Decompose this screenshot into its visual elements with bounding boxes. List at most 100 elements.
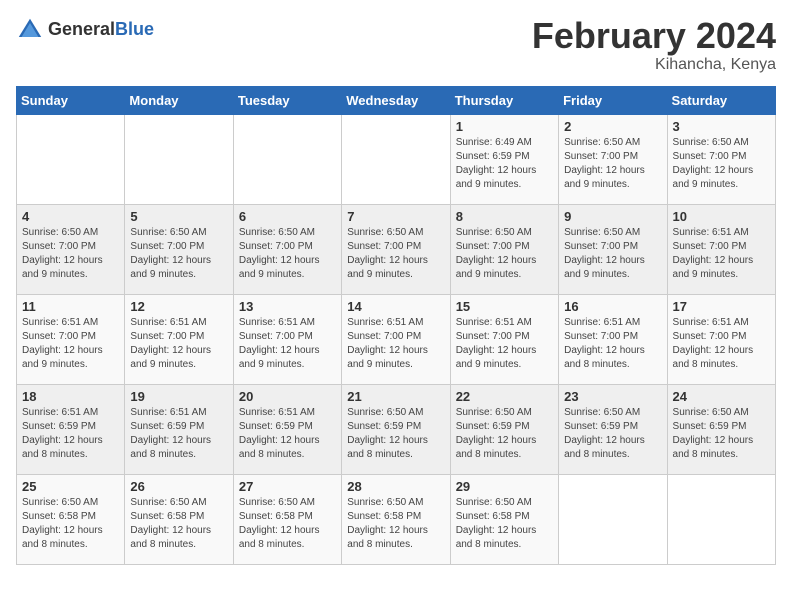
- calendar-cell: [233, 114, 341, 204]
- calendar-cell: 17 Sunrise: 6:51 AM Sunset: 7:00 PM Dayli…: [667, 294, 775, 384]
- day-number: 19: [130, 389, 227, 404]
- calendar-cell: 28 Sunrise: 6:50 AM Sunset: 6:58 PM Dayli…: [342, 474, 450, 564]
- cell-info: Sunrise: 6:50 AM Sunset: 6:59 PM Dayligh…: [456, 406, 553, 462]
- cell-info: Sunrise: 6:51 AM Sunset: 7:00 PM Dayligh…: [456, 316, 553, 372]
- weekday-header-cell: Friday: [559, 86, 667, 114]
- calendar-cell: 6 Sunrise: 6:50 AM Sunset: 7:00 PM Daylig…: [233, 204, 341, 294]
- day-number: 22: [456, 389, 553, 404]
- day-number: 27: [239, 479, 336, 494]
- calendar-week-row: 25 Sunrise: 6:50 AM Sunset: 6:58 PM Dayli…: [17, 474, 776, 564]
- day-number: 20: [239, 389, 336, 404]
- cell-info: Sunrise: 6:50 AM Sunset: 7:00 PM Dayligh…: [130, 226, 227, 282]
- logo-icon: [16, 16, 44, 44]
- day-number: 12: [130, 299, 227, 314]
- day-number: 14: [347, 299, 444, 314]
- calendar-week-row: 11 Sunrise: 6:51 AM Sunset: 7:00 PM Dayli…: [17, 294, 776, 384]
- calendar-cell: 19 Sunrise: 6:51 AM Sunset: 6:59 PM Dayli…: [125, 384, 233, 474]
- cell-info: Sunrise: 6:50 AM Sunset: 6:58 PM Dayligh…: [22, 496, 119, 552]
- day-number: 6: [239, 209, 336, 224]
- header: GeneralBlue February 2024 Kihancha, Keny…: [16, 16, 776, 74]
- calendar-cell: 22 Sunrise: 6:50 AM Sunset: 6:59 PM Dayli…: [450, 384, 558, 474]
- calendar-cell: 2Sunrise: 6:50 AM Sunset: 7:00 PM Daylig…: [559, 114, 667, 204]
- calendar-cell: 18Sunrise: 6:51 AM Sunset: 6:59 PM Dayli…: [17, 384, 125, 474]
- cell-info: Sunrise: 6:51 AM Sunset: 7:00 PM Dayligh…: [130, 316, 227, 372]
- day-number: 2: [564, 119, 661, 134]
- cell-info: Sunrise: 6:50 AM Sunset: 6:58 PM Dayligh…: [130, 496, 227, 552]
- cell-info: Sunrise: 6:50 AM Sunset: 6:58 PM Dayligh…: [347, 496, 444, 552]
- cell-info: Sunrise: 6:51 AM Sunset: 7:00 PM Dayligh…: [564, 316, 661, 372]
- weekday-header-row: SundayMondayTuesdayWednesdayThursdayFrid…: [17, 86, 776, 114]
- day-number: 29: [456, 479, 553, 494]
- cell-info: Sunrise: 6:51 AM Sunset: 6:59 PM Dayligh…: [239, 406, 336, 462]
- calendar-cell: 1Sunrise: 6:49 AM Sunset: 6:59 PM Daylig…: [450, 114, 558, 204]
- day-number: 10: [673, 209, 770, 224]
- cell-info: Sunrise: 6:51 AM Sunset: 6:59 PM Dayligh…: [22, 406, 119, 462]
- calendar-cell: 3 Sunrise: 6:50 AM Sunset: 7:00 PM Daylig…: [667, 114, 775, 204]
- calendar-cell: [559, 474, 667, 564]
- calendar-cell: 27 Sunrise: 6:50 AM Sunset: 6:58 PM Dayli…: [233, 474, 341, 564]
- day-number: 8: [456, 209, 553, 224]
- calendar-cell: 4 Sunrise: 6:50 AM Sunset: 7:00 PM Daylig…: [17, 204, 125, 294]
- weekday-header-cell: Tuesday: [233, 86, 341, 114]
- cell-info: Sunrise: 6:50 AM Sunset: 6:58 PM Dayligh…: [239, 496, 336, 552]
- calendar-week-row: 18Sunrise: 6:51 AM Sunset: 6:59 PM Dayli…: [17, 384, 776, 474]
- day-number: 28: [347, 479, 444, 494]
- day-number: 23: [564, 389, 661, 404]
- calendar-cell: 23Sunrise: 6:50 AM Sunset: 6:59 PM Dayli…: [559, 384, 667, 474]
- calendar-cell: 12 Sunrise: 6:51 AM Sunset: 7:00 PM Dayli…: [125, 294, 233, 384]
- calendar-cell: 15 Sunrise: 6:51 AM Sunset: 7:00 PM Dayli…: [450, 294, 558, 384]
- day-number: 13: [239, 299, 336, 314]
- calendar-cell: [17, 114, 125, 204]
- day-number: 11: [22, 299, 119, 314]
- day-number: 3: [673, 119, 770, 134]
- calendar-cell: 24 Sunrise: 6:50 AM Sunset: 6:59 PM Dayli…: [667, 384, 775, 474]
- calendar-cell: 20 Sunrise: 6:51 AM Sunset: 6:59 PM Dayli…: [233, 384, 341, 474]
- day-number: 24: [673, 389, 770, 404]
- cell-info: Sunrise: 6:51 AM Sunset: 7:00 PM Dayligh…: [22, 316, 119, 372]
- day-number: 21: [347, 389, 444, 404]
- day-number: 7: [347, 209, 444, 224]
- calendar-cell: 11 Sunrise: 6:51 AM Sunset: 7:00 PM Dayli…: [17, 294, 125, 384]
- cell-info: Sunrise: 6:50 AM Sunset: 6:59 PM Dayligh…: [673, 406, 770, 462]
- cell-info: Sunrise: 6:50 AM Sunset: 6:58 PM Dayligh…: [456, 496, 553, 552]
- weekday-header-cell: Wednesday: [342, 86, 450, 114]
- calendar-cell: 21 Sunrise: 6:50 AM Sunset: 6:59 PM Dayli…: [342, 384, 450, 474]
- cell-info: Sunrise: 6:50 AM Sunset: 6:59 PM Dayligh…: [347, 406, 444, 462]
- cell-info: Sunrise: 6:50 AM Sunset: 7:00 PM Dayligh…: [673, 136, 770, 192]
- cell-info: Sunrise: 6:50 AM Sunset: 7:00 PM Dayligh…: [22, 226, 119, 282]
- calendar-cell: 7 Sunrise: 6:50 AM Sunset: 7:00 PM Daylig…: [342, 204, 450, 294]
- title-area: February 2024 Kihancha, Kenya: [532, 16, 776, 74]
- calendar-cell: 16 Sunrise: 6:51 AM Sunset: 7:00 PM Dayli…: [559, 294, 667, 384]
- calendar-cell: 29 Sunrise: 6:50 AM Sunset: 6:58 PM Dayli…: [450, 474, 558, 564]
- calendar-cell: 9 Sunrise: 6:50 AM Sunset: 7:00 PM Daylig…: [559, 204, 667, 294]
- day-number: 5: [130, 209, 227, 224]
- cell-info: Sunrise: 6:51 AM Sunset: 6:59 PM Dayligh…: [130, 406, 227, 462]
- calendar-cell: 8Sunrise: 6:50 AM Sunset: 7:00 PM Daylig…: [450, 204, 558, 294]
- day-number: 9: [564, 209, 661, 224]
- calendar-table: SundayMondayTuesdayWednesdayThursdayFrid…: [16, 86, 776, 565]
- cell-info: Sunrise: 6:50 AM Sunset: 7:00 PM Dayligh…: [564, 226, 661, 282]
- weekday-header-cell: Sunday: [17, 86, 125, 114]
- cell-info: Sunrise: 6:50 AM Sunset: 7:00 PM Dayligh…: [347, 226, 444, 282]
- calendar-cell: 14 Sunrise: 6:51 AM Sunset: 7:00 PM Dayli…: [342, 294, 450, 384]
- cell-info: Sunrise: 6:51 AM Sunset: 7:00 PM Dayligh…: [347, 316, 444, 372]
- day-number: 16: [564, 299, 661, 314]
- logo-blue-text: Blue: [115, 19, 154, 39]
- day-number: 15: [456, 299, 553, 314]
- calendar-cell: 25 Sunrise: 6:50 AM Sunset: 6:58 PM Dayli…: [17, 474, 125, 564]
- logo: GeneralBlue: [16, 16, 154, 44]
- location-title: Kihancha, Kenya: [532, 56, 776, 74]
- cell-info: Sunrise: 6:51 AM Sunset: 7:00 PM Dayligh…: [673, 316, 770, 372]
- month-title: February 2024: [532, 16, 776, 56]
- cell-info: Sunrise: 6:51 AM Sunset: 7:00 PM Dayligh…: [673, 226, 770, 282]
- day-number: 25: [22, 479, 119, 494]
- cell-info: Sunrise: 6:51 AM Sunset: 7:00 PM Dayligh…: [239, 316, 336, 372]
- calendar-cell: 13 Sunrise: 6:51 AM Sunset: 7:00 PM Dayli…: [233, 294, 341, 384]
- calendar-cell: [125, 114, 233, 204]
- day-number: 17: [673, 299, 770, 314]
- cell-info: Sunrise: 6:50 AM Sunset: 7:00 PM Dayligh…: [239, 226, 336, 282]
- day-number: 26: [130, 479, 227, 494]
- day-number: 4: [22, 209, 119, 224]
- calendar-cell: [342, 114, 450, 204]
- day-number: 1: [456, 119, 553, 134]
